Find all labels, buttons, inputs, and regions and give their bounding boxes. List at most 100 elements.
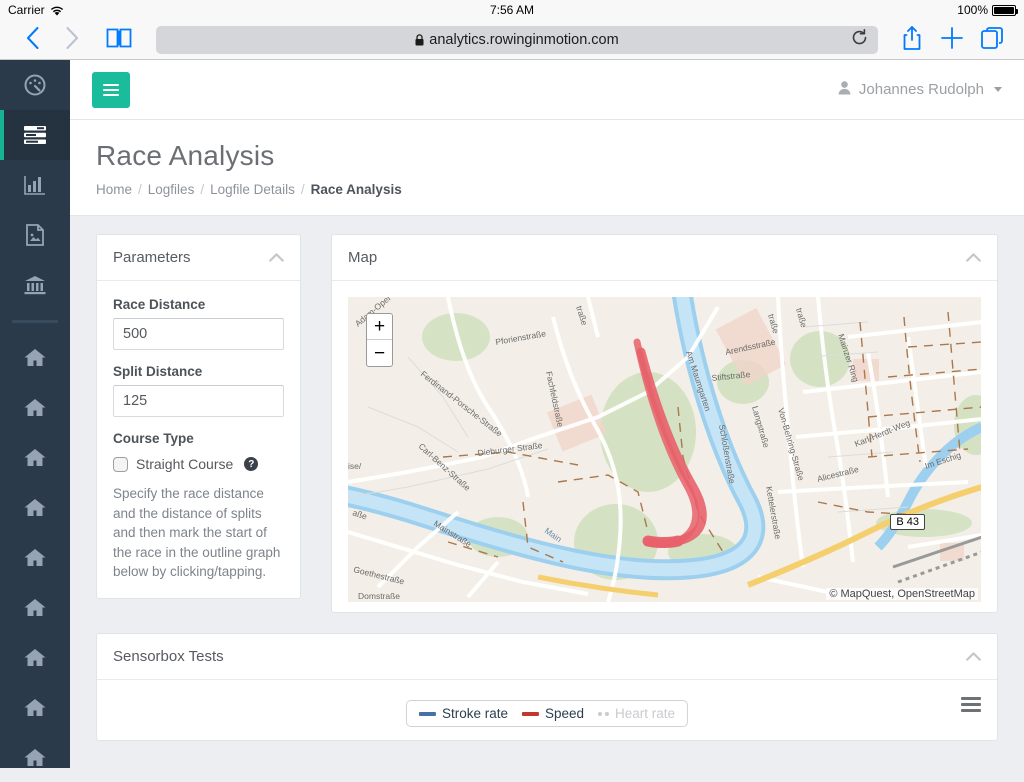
breadcrumb-item-race-analysis: Race Analysis xyxy=(311,182,402,197)
sidebar-item-home-7[interactable] xyxy=(0,632,70,682)
user-name-label: Johannes Rudolph xyxy=(859,81,984,98)
sensorbox-panel: Sensorbox Tests Stroke rate Speed xyxy=(96,633,998,741)
share-icon[interactable] xyxy=(892,26,932,55)
status-bar-time: 7:56 AM xyxy=(0,3,1024,17)
dashboard-icon xyxy=(24,74,46,96)
sidebar-item-home-1[interactable] xyxy=(0,332,70,382)
straight-course-checkbox[interactable] xyxy=(113,457,128,472)
breadcrumb: Home / Logfiles / Logfile Details / Race… xyxy=(96,182,998,197)
image-file-icon xyxy=(26,224,44,246)
sidebar-item-institution[interactable] xyxy=(0,260,70,310)
sidebar-item-home-5[interactable] xyxy=(0,532,70,582)
legend-item-stroke-rate[interactable]: Stroke rate xyxy=(419,706,508,721)
breadcrumb-separator: / xyxy=(200,182,204,197)
home-icon xyxy=(24,348,46,367)
url-text: analytics.rowinginmotion.com xyxy=(429,32,618,48)
battery-icon xyxy=(992,5,1016,16)
logfiles-icon xyxy=(24,126,46,144)
map-canvas[interactable]: Adam-Opel Ferdinand-Porsche-Straße Carl-… xyxy=(348,297,981,602)
legend-item-speed[interactable]: Speed xyxy=(522,706,584,721)
new-tab-icon[interactable] xyxy=(932,27,972,54)
back-button[interactable] xyxy=(12,27,52,53)
map-attribution: © MapQuest, OpenStreetMap xyxy=(826,588,978,600)
home-icon xyxy=(24,548,46,567)
sidebar-item-home-9[interactable] xyxy=(0,732,70,782)
breadcrumb-item-logfile-details[interactable]: Logfile Details xyxy=(210,182,295,197)
map-zoom-out-button[interactable]: − xyxy=(367,340,392,366)
home-icon xyxy=(24,498,46,517)
home-icon xyxy=(24,598,46,617)
split-distance-label: Split Distance xyxy=(113,364,284,379)
map-zoom-in-button[interactable]: + xyxy=(367,314,392,340)
straight-course-row[interactable]: Straight Course ? xyxy=(113,456,284,472)
sidebar-item-home-8[interactable] xyxy=(0,682,70,732)
sidebar-toggle-button[interactable] xyxy=(92,72,130,108)
chart-bar-icon xyxy=(24,175,46,195)
course-type-label: Course Type xyxy=(113,431,284,446)
map-panel-title: Map xyxy=(348,249,377,266)
question-circle-icon[interactable]: ? xyxy=(244,457,258,471)
browser-toolbar: analytics.rowinginmotion.com xyxy=(0,20,1024,60)
page-header: Race Analysis Home / Logfiles / Logfile … xyxy=(70,120,1024,216)
chevron-up-icon[interactable] xyxy=(966,650,981,663)
breadcrumb-item-logfiles[interactable]: Logfiles xyxy=(148,182,195,197)
forward-button[interactable] xyxy=(52,27,92,53)
sidebar-item-home-2[interactable] xyxy=(0,382,70,432)
svg-text:Domstraße: Domstraße xyxy=(358,591,400,601)
tabs-icon[interactable] xyxy=(972,27,1012,54)
map-panel-header[interactable]: Map xyxy=(332,235,997,281)
breadcrumb-separator: / xyxy=(138,182,142,197)
address-bar[interactable]: analytics.rowinginmotion.com xyxy=(156,26,878,54)
race-distance-input[interactable] xyxy=(113,318,284,350)
breadcrumb-item-home[interactable]: Home xyxy=(96,182,132,197)
parameters-panel-body: Race Distance Split Distance Course Type… xyxy=(97,281,300,598)
legend-dots-icon xyxy=(598,712,609,716)
chevron-up-icon[interactable] xyxy=(966,251,981,264)
sidebar-item-home-3[interactable] xyxy=(0,432,70,482)
user-menu[interactable]: Johannes Rudolph xyxy=(838,81,1002,99)
sensorbox-panel-body: Stroke rate Speed Heart rate xyxy=(97,680,997,740)
legend-item-heart-rate[interactable]: Heart rate xyxy=(598,706,675,721)
main-region: Johannes Rudolph Race Analysis Home / Lo… xyxy=(70,60,1024,768)
sidebar-item-home-6[interactable] xyxy=(0,582,70,632)
race-distance-label: Race Distance xyxy=(113,297,284,312)
page-title: Race Analysis xyxy=(96,140,998,172)
sidebar-item-logfiles[interactable] xyxy=(0,110,70,160)
chevron-up-icon[interactable] xyxy=(269,251,284,264)
sensorbox-panel-title: Sensorbox Tests xyxy=(113,648,224,665)
parameters-panel-title: Parameters xyxy=(113,249,191,266)
home-icon xyxy=(24,648,46,667)
sidebar-divider xyxy=(0,310,70,332)
browser-chrome: Carrier 7:56 AM 100% analytics.rowingi xyxy=(0,0,1024,60)
lock-icon xyxy=(415,34,424,46)
content-row: Parameters Race Distance Split Distance … xyxy=(96,234,998,613)
reload-icon[interactable] xyxy=(851,29,868,51)
user-icon xyxy=(838,81,851,99)
battery-percent-label: 100% xyxy=(957,3,988,17)
bank-icon xyxy=(24,275,46,295)
legend-line-icon xyxy=(419,712,436,716)
home-icon xyxy=(24,748,46,767)
status-bar-right: 100% xyxy=(957,3,1016,17)
parameters-panel: Parameters Race Distance Split Distance … xyxy=(96,234,301,599)
legend-label-speed: Speed xyxy=(545,706,584,721)
parameters-panel-header[interactable]: Parameters xyxy=(97,235,300,281)
app-sidebar xyxy=(0,60,70,768)
split-distance-input[interactable] xyxy=(113,385,284,417)
road-shield-b43: B 43 xyxy=(890,514,925,530)
sidebar-item-statistics[interactable] xyxy=(0,160,70,210)
sidebar-item-home-4[interactable] xyxy=(0,482,70,532)
home-icon xyxy=(24,398,46,417)
page-content: Parameters Race Distance Split Distance … xyxy=(70,216,1024,741)
sidebar-item-dashboard[interactable] xyxy=(0,60,70,110)
svg-text:ise/: ise/ xyxy=(348,461,362,471)
sensorbox-panel-header[interactable]: Sensorbox Tests xyxy=(97,634,997,680)
chart-context-menu-button[interactable] xyxy=(961,694,981,715)
home-icon xyxy=(24,448,46,467)
sidebar-item-reports[interactable] xyxy=(0,210,70,260)
map-zoom-controls: + − xyxy=(366,313,393,367)
bookmarks-icon[interactable] xyxy=(106,27,132,54)
app-topbar: Johannes Rudolph xyxy=(70,60,1024,120)
hamburger-icon xyxy=(103,81,119,99)
home-icon xyxy=(24,698,46,717)
